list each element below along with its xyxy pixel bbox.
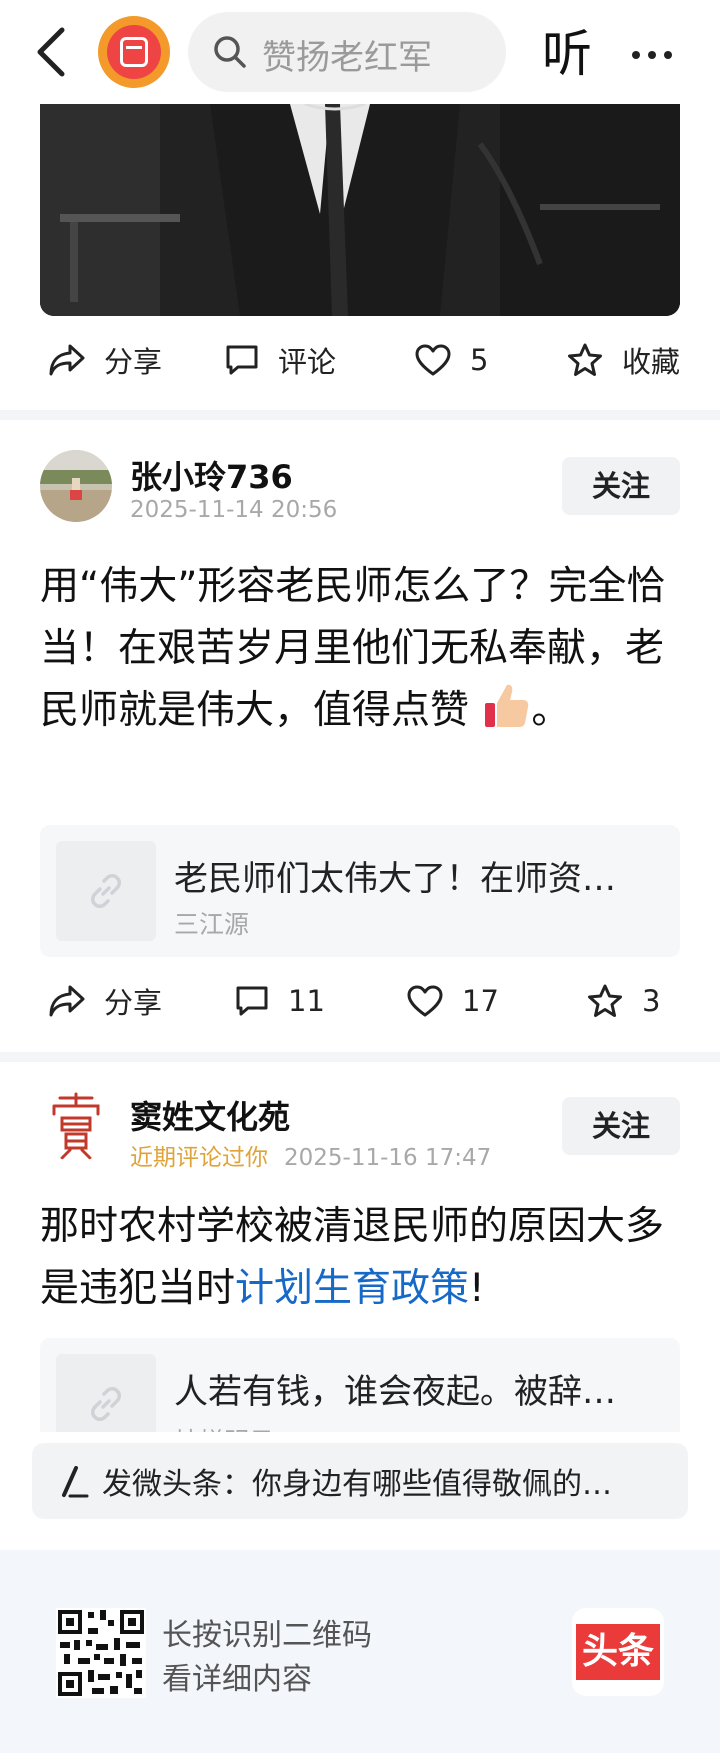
topic-link[interactable]: 计划生育政策 [235,1266,469,1311]
share-button[interactable]: 分享 [48,971,162,1031]
share-icon [49,985,85,1017]
thumbs-up-icon [481,681,531,731]
username[interactable]: 张小玲736 [130,452,293,498]
star-icon [588,984,622,1017]
footer-banner: 长按识别二维码 看详细内容 头条 [0,1550,720,1753]
username[interactable]: 窦姓文化苑 [130,1092,290,1138]
star-icon [568,343,602,376]
comment-text: 用“伟大”形容老民师怎么了？完全恰当！在艰苦岁月里他们无私奉献，老民师就是伟大，… [40,564,666,733]
quoted-source: 三江源 [174,910,250,939]
section-divider [0,410,720,420]
qr-code[interactable] [56,1608,146,1698]
qr-hint-line2: 看详细内容 [162,1662,312,1697]
back-arrow-icon[interactable] [30,22,74,82]
toutiao-logo[interactable]: 头条 [572,1608,664,1696]
article-photo[interactable] [40,104,680,316]
comment-time: 2025-11-16 17:47 [284,1145,492,1171]
comment-time: 2025-11-14 20:56 [130,497,338,523]
search-icon [214,36,246,68]
pen-icon [62,1466,89,1498]
like-button[interactable]: 17 [406,971,499,1031]
section-divider [0,1052,720,1062]
qr-hint-line1: 长按识别二维码 [162,1618,372,1653]
favorite-button[interactable]: 收藏 [566,330,680,390]
brand-label: 头条 [576,1624,660,1680]
comment-icon [226,345,258,375]
top-bar: 赞扬老红军 听 [0,0,720,104]
favorite-button[interactable]: 3 [586,971,660,1031]
follow-button[interactable]: 关注 [562,1097,680,1155]
share-button[interactable]: 分享 [48,330,162,390]
recent-comment-tag: 近期评论过你 [130,1145,268,1171]
link-icon [91,1387,121,1421]
comment-action-row: 分享 11 17 3 [0,971,720,1031]
comment-button[interactable]: 评论 [224,330,336,390]
comment-button[interactable]: 11 [234,971,325,1031]
quoted-article-card[interactable]: 人若有钱，谁会夜起。被辞… 灿烂明日DT [40,1338,680,1432]
post-action-row: 分享 评论 5 收藏 [0,330,720,390]
heart-icon [415,344,451,376]
link-thumbnail [56,841,156,941]
comment-meta: 近期评论过你 2025-11-16 17:47 [130,1138,491,1172]
heart-icon [407,985,443,1017]
avatar[interactable] [40,450,112,522]
quoted-article-card[interactable]: 老民师们太伟大了！在师资… 三江源 [40,825,680,957]
post-prompt: 发微头条：你身边有哪些值得敬佩的… [102,1467,612,1502]
quoted-title: 老民师们太伟大了！在师资… [174,859,616,899]
avatar[interactable] [40,1090,112,1162]
comment-text: 那时农村学校被清退民师的原因大多是违犯当时计划生育政策! [40,1204,665,1311]
follow-button[interactable]: 关注 [562,457,680,515]
link-icon [91,874,121,908]
comment-icon [236,986,268,1016]
link-thumbnail [56,1354,156,1432]
post-input-bar[interactable]: 发微头条：你身边有哪些值得敬佩的… [32,1443,688,1519]
more-options-icon[interactable] [632,44,684,59]
search-placeholder: 赞扬老红军 [262,38,432,78]
app-logo-icon[interactable] [98,16,170,88]
search-box[interactable]: 赞扬老红军 [188,12,506,92]
listen-button[interactable]: 听 [542,14,592,86]
share-icon [49,344,85,376]
like-button[interactable]: 5 [414,330,488,390]
quoted-title: 人若有钱，谁会夜起。被辞… [174,1372,616,1412]
quoted-source: 灿烂明日DT [174,1422,309,1432]
